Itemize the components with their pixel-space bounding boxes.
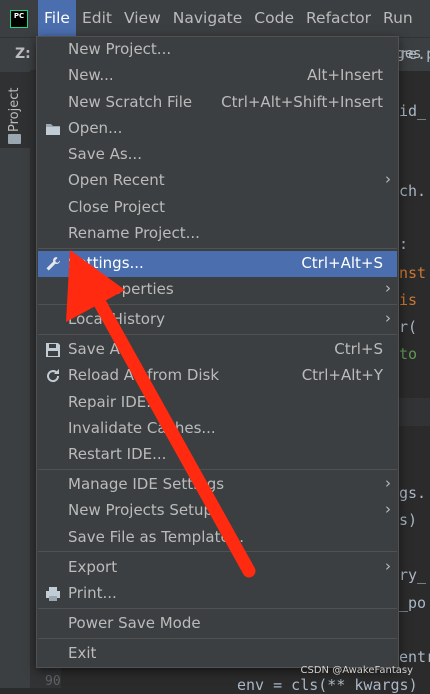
annotation-arrow-head — [66, 250, 125, 322]
annotation-arrow-shaft — [89, 289, 256, 578]
watermark: CSDN @AwakeFantasy — [300, 665, 414, 676]
annotation-arrow — [66, 250, 256, 578]
